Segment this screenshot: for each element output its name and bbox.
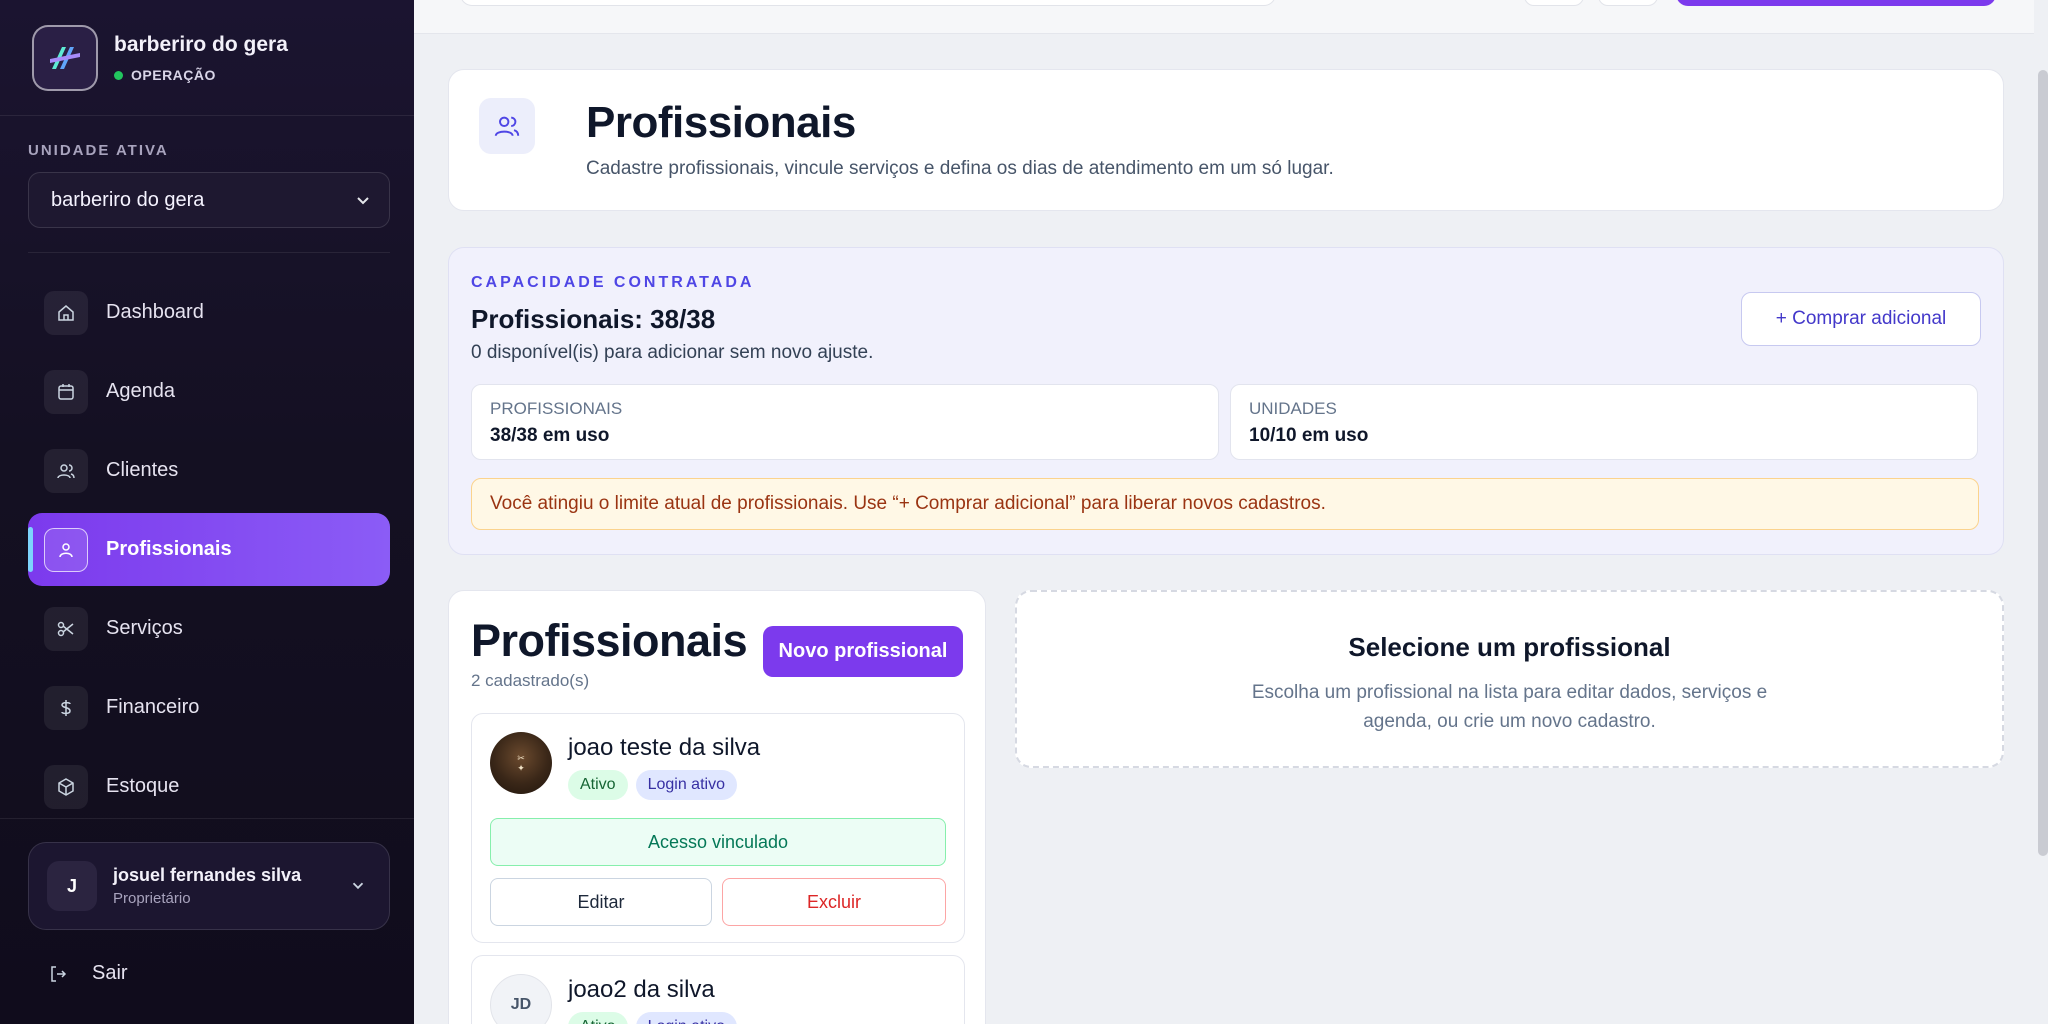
status-badge: OPERAÇÃO — [114, 67, 288, 83]
avatar-initials: JD — [510, 996, 532, 1013]
sidebar-item-label: Profissionais — [106, 538, 232, 560]
user-menu[interactable]: J josuel fernandes silva Proprietário — [28, 842, 390, 930]
limit-warning: Você atingiu o limite atual de profissio… — [471, 478, 1979, 530]
sidebar: barberiro do gera OPERAÇÃO UNIDADE ATIVA… — [0, 0, 414, 1024]
page-header: Profissionais Cadastre profissionais, vi… — [448, 69, 2004, 211]
sidebar-item-label: Dashboard — [106, 301, 204, 323]
unit-label: UNIDADE ATIVA — [28, 142, 169, 159]
chevron-down-icon — [352, 882, 364, 890]
sidebar-nav: Dashboard Agenda Clientes Profissionais — [28, 276, 390, 829]
professional-name: joao2 da silva — [568, 976, 715, 1003]
capacity-description: 0 disponível(is) para adicionar sem novo… — [471, 342, 874, 363]
empty-description: Escolha um profissional na lista para ed… — [1251, 682, 1768, 732]
brand: barberiro do gera OPERAÇÃO — [32, 25, 288, 91]
edit-button[interactable]: Editar — [490, 878, 712, 926]
sidebar-item-estoque[interactable]: Estoque — [28, 750, 390, 823]
users-icon — [44, 448, 88, 493]
stat-value: 38/38 em uso — [490, 425, 610, 446]
status-dot-icon — [114, 70, 123, 80]
sidebar-item-financeiro[interactable]: Financeiro — [28, 671, 390, 744]
box-icon — [44, 764, 88, 809]
user-role: Proprietário — [113, 890, 191, 907]
home-icon — [44, 290, 88, 335]
capacity-label: CAPACIDADE CONTRATADA — [471, 274, 755, 291]
sidebar-item-servicos[interactable]: Serviços — [28, 592, 390, 665]
login-badge: Login ativo — [635, 1012, 737, 1024]
avatar: ✂ ✦ — [490, 732, 552, 794]
brand-logo-icon[interactable] — [32, 25, 98, 91]
sidebar-item-dashboard[interactable]: Dashboard — [28, 276, 390, 349]
main-content: Profissionais Cadastre profissionais, vi… — [414, 0, 2048, 1024]
barber-logo-icon: ✂ ✦ — [517, 753, 525, 773]
brand-name: barberiro do gera — [114, 33, 288, 56]
topbar-primary-button[interactable] — [1676, 0, 1996, 6]
sidebar-item-label: Estoque — [106, 775, 180, 797]
empty-title: Selecione um profissional — [1348, 632, 1671, 662]
delete-button[interactable]: Excluir — [722, 878, 946, 926]
logout-label: Sair — [92, 962, 128, 984]
avatar: J — [47, 861, 97, 911]
list-count: 2 cadastrado(s) — [471, 671, 590, 690]
sidebar-item-agenda[interactable]: Agenda — [28, 355, 390, 428]
topbar — [414, 0, 2034, 34]
stat-label: PROFISSIONAIS — [490, 399, 623, 418]
login-badge: Login ativo — [635, 770, 737, 800]
list-title: Profissionais — [471, 615, 748, 666]
status-badge: Ativo — [568, 770, 628, 800]
divider — [0, 818, 414, 819]
sidebar-item-profissionais[interactable]: Profissionais — [28, 513, 390, 586]
sidebar-item-label: Agenda — [106, 380, 175, 402]
status-badge: Ativo — [568, 1012, 628, 1024]
users-icon — [479, 98, 535, 154]
scissors-icon — [44, 606, 88, 651]
active-indicator — [28, 527, 33, 572]
sidebar-item-clientes[interactable]: Clientes — [28, 434, 390, 507]
list-item[interactable]: ✂ ✦ joao teste da silva Ativo Login ativo… — [471, 713, 965, 943]
logout-button[interactable]: Sair — [48, 962, 128, 985]
logout-icon — [51, 965, 67, 982]
divider — [0, 115, 414, 116]
sidebar-item-label: Serviços — [106, 617, 183, 639]
page-subtitle: Cadastre profissionais, vincule serviços… — [586, 158, 1334, 179]
stat-value: 10/10 em uso — [1249, 425, 1369, 446]
chevron-down-icon — [357, 197, 369, 205]
dollar-icon — [44, 685, 88, 730]
access-linked-status: Acesso vinculado — [490, 818, 946, 866]
professionals-list: Profissionais 2 cadastrado(s) Novo profi… — [448, 590, 986, 1024]
capacity-title: Profissionais: 38/38 — [471, 304, 716, 334]
stat-profissionais: PROFISSIONAIS 38/38 em uso — [471, 384, 1219, 460]
capacity-panel: CAPACIDADE CONTRATADA Profissionais: 38/… — [448, 247, 2004, 555]
stat-unidades: UNIDADES 10/10 em uso — [1230, 384, 1978, 460]
topbar-button[interactable] — [1598, 0, 1658, 6]
professional-name: joao teste da silva — [568, 734, 761, 761]
scrollbar[interactable] — [2038, 70, 2048, 856]
status-label: OPERAÇÃO — [131, 67, 216, 83]
sidebar-item-label: Financeiro — [106, 696, 200, 718]
buy-additional-button[interactable]: + Comprar adicional — [1741, 292, 1981, 346]
user-icon — [44, 527, 88, 572]
page-title: Profissionais — [586, 98, 856, 147]
unit-select[interactable]: barberiro do gera — [28, 172, 390, 228]
list-item[interactable]: JD joao2 da silva Ativo Login ativo — [471, 955, 965, 1024]
sidebar-item-label: Clientes — [106, 459, 179, 481]
unit-select-value: barberiro do gera — [51, 188, 205, 211]
avatar: JD — [490, 974, 552, 1024]
search-input[interactable] — [460, 0, 1276, 6]
calendar-icon — [44, 369, 88, 414]
stat-label: UNIDADES — [1249, 399, 1337, 418]
user-name: josuel fernandes silva — [113, 865, 302, 885]
topbar-button[interactable] — [1524, 0, 1584, 6]
new-professional-button[interactable]: Novo profissional — [763, 626, 963, 677]
divider — [28, 252, 390, 253]
empty-selection-panel: Selecione um profissional Escolha um pro… — [1015, 590, 2004, 768]
